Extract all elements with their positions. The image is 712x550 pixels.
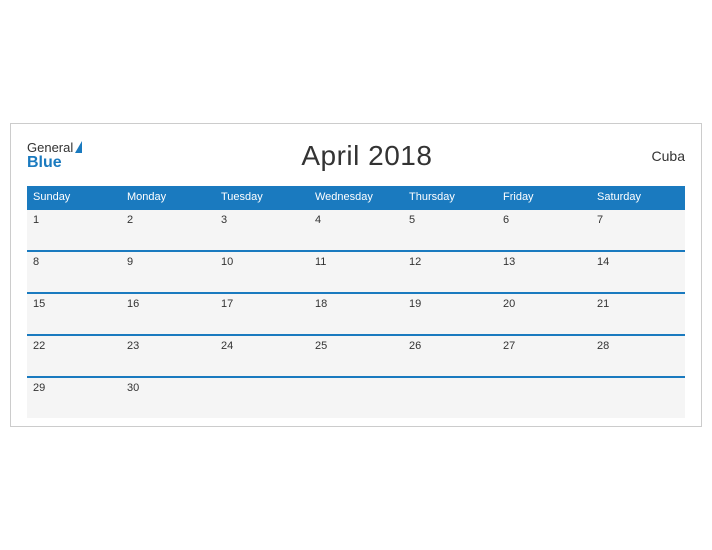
calendar-cell: 3 bbox=[215, 209, 309, 251]
calendar-cell: 13 bbox=[497, 251, 591, 293]
header-tuesday: Tuesday bbox=[215, 186, 309, 209]
day-number: 15 bbox=[33, 298, 45, 310]
header-thursday: Thursday bbox=[403, 186, 497, 209]
country-label: Cuba bbox=[652, 148, 685, 164]
calendar-cell: 6 bbox=[497, 209, 591, 251]
day-number: 10 bbox=[221, 256, 233, 268]
day-number: 3 bbox=[221, 214, 227, 226]
day-number: 4 bbox=[315, 214, 321, 226]
calendar-cell: 5 bbox=[403, 209, 497, 251]
calendar-cell: 10 bbox=[215, 251, 309, 293]
day-number: 12 bbox=[409, 256, 421, 268]
day-number: 1 bbox=[33, 214, 39, 226]
logo-flag-icon bbox=[75, 141, 82, 153]
calendar-cell: 21 bbox=[591, 293, 685, 335]
calendar-cell bbox=[215, 377, 309, 418]
day-number: 17 bbox=[221, 298, 233, 310]
day-number: 27 bbox=[503, 340, 515, 352]
day-number: 25 bbox=[315, 340, 327, 352]
day-number: 30 bbox=[127, 382, 139, 394]
day-number: 8 bbox=[33, 256, 39, 268]
day-number: 18 bbox=[315, 298, 327, 310]
day-number: 21 bbox=[597, 298, 609, 310]
calendar-cell: 1 bbox=[27, 209, 121, 251]
week-row-2: 8 9 10 11 12 13 14 bbox=[27, 251, 685, 293]
day-number: 19 bbox=[409, 298, 421, 310]
week-row-5: 29 30 bbox=[27, 377, 685, 418]
day-number: 5 bbox=[409, 214, 415, 226]
calendar-cell: 7 bbox=[591, 209, 685, 251]
day-number: 9 bbox=[127, 256, 133, 268]
calendar-cell: 24 bbox=[215, 335, 309, 377]
calendar-cell: 23 bbox=[121, 335, 215, 377]
day-number: 20 bbox=[503, 298, 515, 310]
calendar-cell: 4 bbox=[309, 209, 403, 251]
day-number: 28 bbox=[597, 340, 609, 352]
day-number: 26 bbox=[409, 340, 421, 352]
calendar-cell: 16 bbox=[121, 293, 215, 335]
calendar-cell: 18 bbox=[309, 293, 403, 335]
day-number: 14 bbox=[597, 256, 609, 268]
day-number: 16 bbox=[127, 298, 139, 310]
calendar-cell: 15 bbox=[27, 293, 121, 335]
day-number: 7 bbox=[597, 214, 603, 226]
calendar-title: April 2018 bbox=[301, 140, 432, 172]
calendar-header: General Blue April 2018 Cuba bbox=[27, 140, 685, 172]
header-saturday: Saturday bbox=[591, 186, 685, 209]
header-sunday: Sunday bbox=[27, 186, 121, 209]
calendar-cell: 8 bbox=[27, 251, 121, 293]
calendar-cell: 30 bbox=[121, 377, 215, 418]
day-number: 6 bbox=[503, 214, 509, 226]
calendar-cell: 12 bbox=[403, 251, 497, 293]
day-number: 2 bbox=[127, 214, 133, 226]
calendar-cell: 29 bbox=[27, 377, 121, 418]
day-number: 29 bbox=[33, 382, 45, 394]
week-row-1: 1 2 3 4 5 6 7 bbox=[27, 209, 685, 251]
calendar-cell: 14 bbox=[591, 251, 685, 293]
calendar-cell: 17 bbox=[215, 293, 309, 335]
day-number: 11 bbox=[315, 256, 326, 268]
calendar-cell: 27 bbox=[497, 335, 591, 377]
calendar-cell bbox=[403, 377, 497, 418]
calendar-container: General Blue April 2018 Cuba Sunday Mond… bbox=[10, 123, 702, 427]
day-number: 23 bbox=[127, 340, 139, 352]
logo-general-text: General bbox=[27, 141, 82, 155]
calendar-cell: 20 bbox=[497, 293, 591, 335]
logo-blue-text: Blue bbox=[27, 155, 82, 171]
day-number: 22 bbox=[33, 340, 45, 352]
day-number: 24 bbox=[221, 340, 233, 352]
calendar-cell: 25 bbox=[309, 335, 403, 377]
calendar-cell bbox=[497, 377, 591, 418]
calendar-grid: Sunday Monday Tuesday Wednesday Thursday… bbox=[27, 186, 685, 418]
calendar-cell: 22 bbox=[27, 335, 121, 377]
day-number: 13 bbox=[503, 256, 515, 268]
week-row-3: 15 16 17 18 19 20 21 bbox=[27, 293, 685, 335]
logo: General Blue bbox=[27, 141, 82, 171]
calendar-cell: 26 bbox=[403, 335, 497, 377]
calendar-cell: 11 bbox=[309, 251, 403, 293]
header-monday: Monday bbox=[121, 186, 215, 209]
calendar-cell: 19 bbox=[403, 293, 497, 335]
header-wednesday: Wednesday bbox=[309, 186, 403, 209]
calendar-cell bbox=[591, 377, 685, 418]
calendar-cell: 9 bbox=[121, 251, 215, 293]
header-friday: Friday bbox=[497, 186, 591, 209]
calendar-cell bbox=[309, 377, 403, 418]
calendar-cell: 2 bbox=[121, 209, 215, 251]
days-header-row: Sunday Monday Tuesday Wednesday Thursday… bbox=[27, 186, 685, 209]
calendar-cell: 28 bbox=[591, 335, 685, 377]
week-row-4: 22 23 24 25 26 27 28 bbox=[27, 335, 685, 377]
